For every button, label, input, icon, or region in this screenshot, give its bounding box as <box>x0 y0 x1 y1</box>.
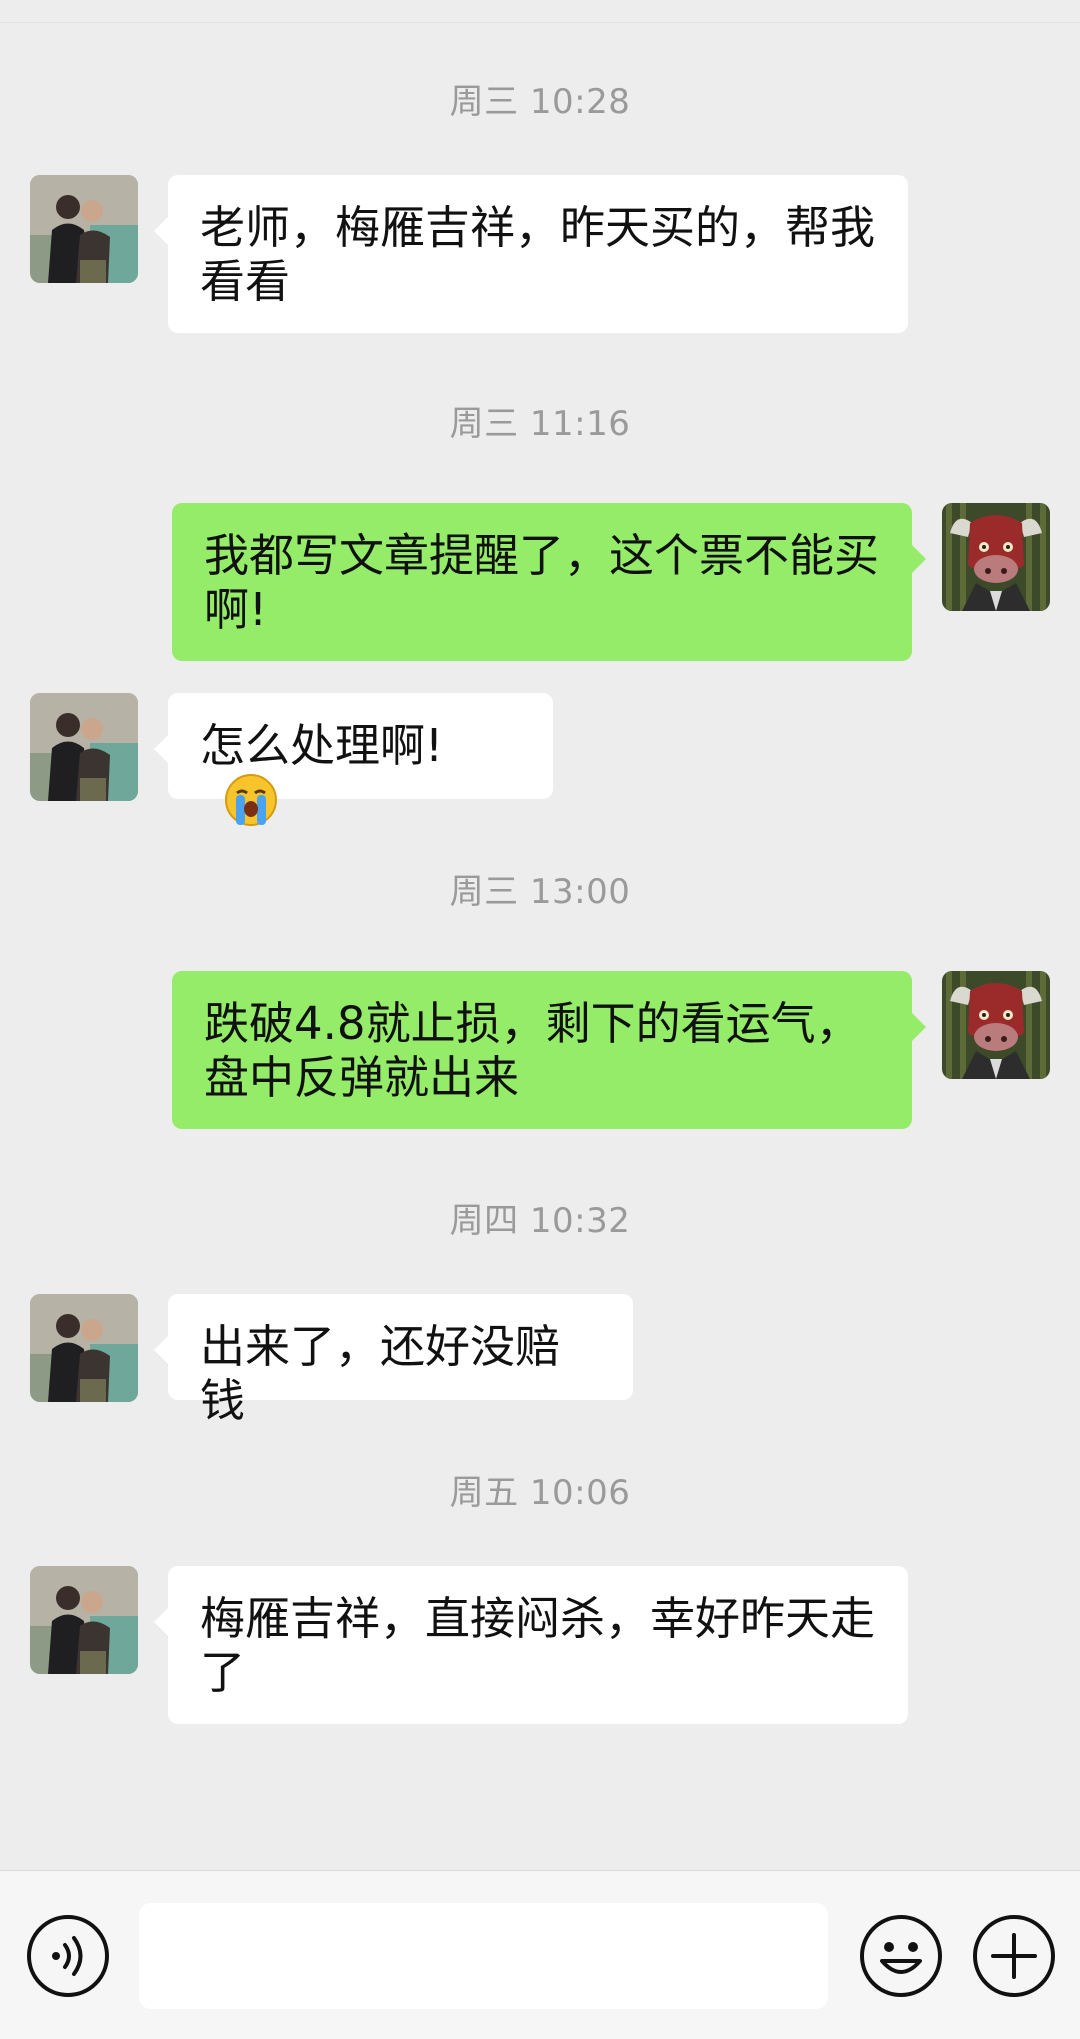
plus-icon[interactable] <box>971 1913 1057 1999</box>
message-bubble-incoming[interactable]: 老师，梅雁吉祥，昨天买的，帮我 看看 <box>154 175 908 333</box>
contact-avatar[interactable] <box>30 1294 138 1402</box>
message-input[interactable] <box>139 1903 828 2009</box>
timestamp: 周四 10:32 <box>449 1201 631 1241</box>
emoji-icon[interactable] <box>858 1913 944 1999</box>
message-text: 我都写文章提醒了，这个票不能买 啊! <box>204 529 880 636</box>
message-text: 怎么处理啊! <box>200 719 444 772</box>
chat-area[interactable]: 周三 10:28 老师，梅雁吉祥，昨天买的，帮我 看看 周三 11:16 我都写… <box>0 0 1080 1870</box>
contact-avatar[interactable] <box>30 1566 138 1674</box>
message-text: 老师，梅雁吉祥，昨天买的，帮我 看看 <box>200 201 876 308</box>
voice-icon[interactable] <box>25 1913 111 1999</box>
timestamp: 周三 11:16 <box>449 404 631 444</box>
message-bubble-incoming[interactable]: 梅雁吉祥，直接闷杀，幸好昨天走 了 <box>154 1566 908 1724</box>
crying-face-icon <box>225 774 277 826</box>
message-bubble-incoming[interactable]: 怎么处理啊! <box>154 693 553 826</box>
message-text: 梅雁吉祥，直接闷杀，幸好昨天走 了 <box>200 1592 876 1699</box>
input-bar <box>0 1870 1080 2039</box>
my-avatar[interactable] <box>942 503 1050 611</box>
my-avatar[interactable] <box>942 971 1050 1079</box>
message-bubble-outgoing[interactable]: 我都写文章提醒了，这个票不能买 啊! <box>172 503 926 661</box>
top-divider <box>0 22 1080 23</box>
message-bubble-outgoing[interactable]: 跌破4.8就止损，剩下的看运气， 盘中反弹就出来 <box>172 971 926 1129</box>
timestamp: 周三 13:00 <box>449 872 631 912</box>
message-text: 跌破4.8就止损，剩下的看运气， 盘中反弹就出来 <box>204 997 861 1104</box>
timestamp: 周三 10:28 <box>449 82 631 122</box>
contact-avatar[interactable] <box>30 175 138 283</box>
message-text: 出来了，还好没赔钱 <box>200 1320 561 1427</box>
message-bubble-incoming[interactable]: 出来了，还好没赔钱 <box>154 1294 633 1427</box>
timestamp: 周五 10:06 <box>449 1473 631 1513</box>
contact-avatar[interactable] <box>30 693 138 801</box>
